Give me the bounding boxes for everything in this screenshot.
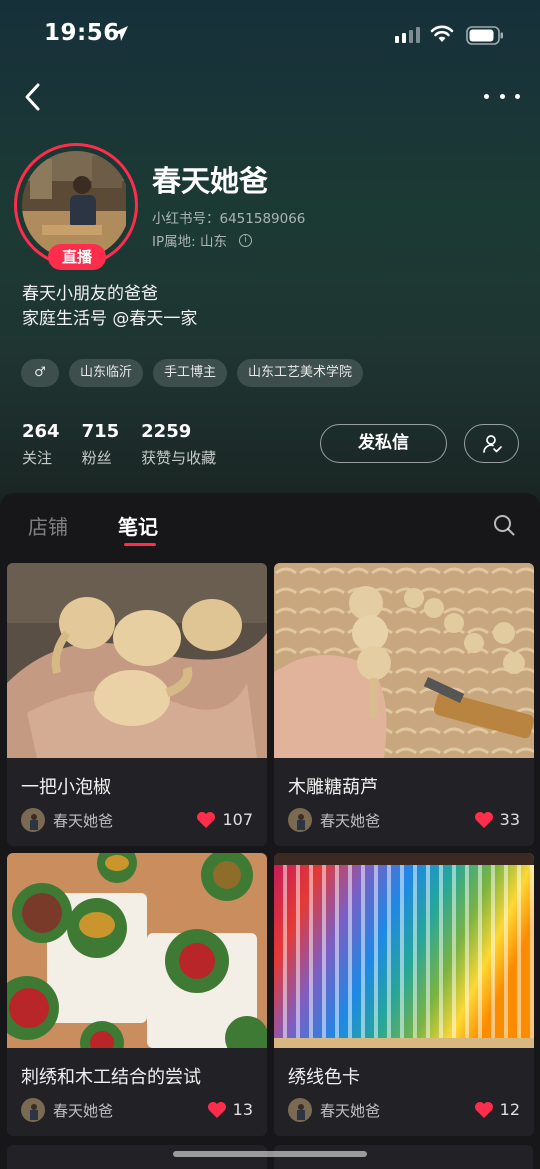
live-badge[interactable]: 直播	[48, 244, 106, 270]
wifi-icon	[430, 25, 454, 42]
user-check-icon	[482, 434, 502, 453]
ip-location-label: IP属地: 山东	[152, 234, 227, 250]
note-card[interactable]: 刺绣和木工结合的尝试 春天她爸 13	[7, 853, 267, 1136]
stat-value: 264	[22, 421, 60, 442]
status-time: 19:56	[44, 20, 120, 46]
note-likes[interactable]: 107	[196, 810, 253, 829]
profile-screen: 19:56 直播 春天她爸 小红书号：6451589066 IP属地: 山东 i…	[0, 0, 540, 1169]
search-icon[interactable]	[492, 513, 516, 537]
author-name: 春天她爸	[53, 1101, 114, 1120]
note-author[interactable]: 春天她爸	[21, 808, 113, 832]
avatar-image	[22, 151, 126, 255]
note-card[interactable]: 一把小泡椒 春天她爸 107	[7, 563, 267, 846]
more-options-icon[interactable]	[484, 86, 520, 106]
bio-line: 春天小朋友的爸爸	[22, 284, 158, 304]
note-title: 绣线色卡	[288, 1067, 360, 1088]
like-count: 107	[222, 810, 253, 829]
note-title: 木雕糖葫芦	[288, 777, 378, 798]
profile-id: 小红书号：6451589066	[152, 211, 306, 227]
author-avatar	[288, 1098, 312, 1122]
follow-user-button[interactable]	[464, 424, 519, 463]
send-message-button[interactable]: 发私信	[320, 424, 447, 463]
stat-value: 2259	[141, 421, 192, 442]
home-indicator	[173, 1151, 367, 1157]
note-title: 刺绣和木工结合的尝试	[21, 1067, 201, 1088]
location-arrow-icon	[113, 26, 128, 41]
battery-icon	[466, 26, 503, 45]
like-count: 33	[499, 810, 520, 829]
like-count: 13	[232, 1100, 253, 1119]
note-cover-image	[7, 853, 267, 1048]
note-card-peek	[274, 1145, 533, 1169]
stat-following[interactable]: 264 关注	[22, 421, 60, 468]
ip-location: IP属地: 山东 i	[152, 230, 252, 250]
note-author[interactable]: 春天她爸	[21, 1098, 113, 1122]
tab-notes[interactable]: 笔记	[118, 511, 158, 540]
profile-tags: ♂ 山东临沂 手工博主 山东工艺美术学院	[21, 359, 364, 387]
back-icon[interactable]	[20, 80, 50, 114]
tag-role: 手工博主	[153, 359, 228, 387]
gender-male-icon: ♂	[21, 359, 59, 387]
status-bar: 19:56	[0, 0, 540, 70]
like-count: 12	[499, 1100, 520, 1119]
tab-shop[interactable]: 店铺	[28, 511, 68, 540]
heart-icon	[474, 811, 493, 828]
profile-nickname: 春天她爸	[152, 164, 269, 198]
info-icon[interactable]: i	[238, 233, 252, 247]
stat-label: 粉丝	[81, 449, 112, 467]
profile-bio: 春天小朋友的爸爸 家庭生活号 @春天一家	[22, 282, 197, 332]
note-likes[interactable]: 13	[207, 1100, 253, 1119]
note-card[interactable]: 木雕糖葫芦 春天她爸 33	[274, 563, 534, 846]
note-cover-image	[274, 853, 534, 1048]
stat-likes-collects[interactable]: 2259 获赞与收藏	[141, 421, 216, 468]
heart-icon	[474, 1101, 493, 1118]
bio-line: 家庭生活号 @春天一家	[22, 309, 198, 329]
note-author[interactable]: 春天她爸	[288, 808, 380, 832]
author-avatar	[21, 1098, 45, 1122]
cellular-signal-icon	[395, 27, 420, 43]
author-avatar	[288, 808, 312, 832]
note-author[interactable]: 春天她爸	[288, 1098, 380, 1122]
stat-label: 获赞与收藏	[141, 449, 217, 467]
author-avatar	[21, 808, 45, 832]
note-card-peek	[7, 1145, 267, 1169]
author-name: 春天她爸	[320, 1101, 381, 1120]
note-card[interactable]: 绣线色卡 春天她爸 12	[274, 853, 534, 1136]
note-likes[interactable]: 12	[474, 1100, 520, 1119]
profile-stats: 264 关注 715 粉丝 2259 获赞与收藏	[22, 421, 238, 468]
note-likes[interactable]: 33	[474, 810, 520, 829]
tag-school[interactable]: 山东工艺美术学院	[237, 359, 364, 387]
author-name: 春天她爸	[320, 811, 381, 830]
tag-location: 山东临沂	[69, 359, 144, 387]
tab-active-indicator	[124, 543, 156, 546]
heart-icon	[197, 811, 216, 828]
stat-value: 715	[81, 421, 120, 442]
author-name: 春天她爸	[53, 811, 114, 830]
note-cover-image	[274, 563, 534, 758]
note-cover-image	[7, 563, 267, 758]
stat-followers[interactable]: 715 粉丝	[82, 421, 120, 468]
heart-icon	[207, 1101, 226, 1118]
stat-label: 关注	[22, 449, 53, 467]
note-title: 一把小泡椒	[21, 777, 111, 798]
